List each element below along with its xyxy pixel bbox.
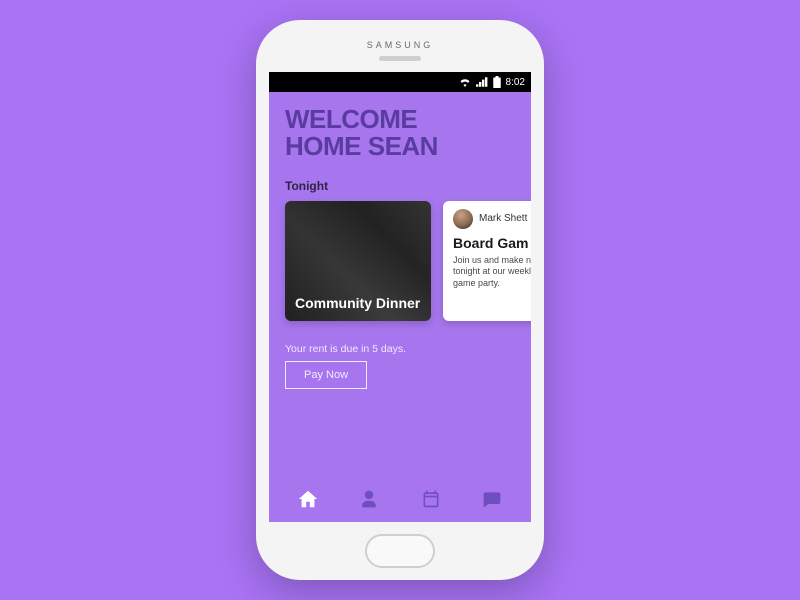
welcome-headline: WELCOME HOME SEAN xyxy=(285,106,515,161)
event-host-row: Mark Shett xyxy=(453,209,531,229)
phone-frame: SAMSUNG 8:02 WELCOME HOME SEAN Tonight xyxy=(256,20,544,580)
rent-reminder: Your rent is due in 5 days. Pay Now xyxy=(285,343,515,389)
welcome-line1: WELCOME xyxy=(285,106,515,133)
rent-message: Your rent is due in 5 days. xyxy=(285,343,515,355)
main-content: WELCOME HOME SEAN Tonight Community Dinn… xyxy=(269,92,531,476)
chat-icon xyxy=(482,489,502,509)
pay-now-button[interactable]: Pay Now xyxy=(285,361,367,389)
device-brand: SAMSUNG xyxy=(256,40,544,50)
section-label-tonight: Tonight xyxy=(285,179,515,193)
avatar xyxy=(453,209,473,229)
wifi-icon xyxy=(459,77,471,87)
person-icon xyxy=(359,489,379,509)
bottom-nav xyxy=(269,476,531,522)
event-card-description: Join us and make new friends tonight at … xyxy=(453,255,531,290)
battery-icon xyxy=(493,76,501,88)
status-bar: 8:02 xyxy=(269,72,531,92)
welcome-line2: HOME SEAN xyxy=(285,133,515,160)
signal-icon xyxy=(476,77,488,87)
event-host-name: Mark Shett xyxy=(479,213,527,224)
event-card-community-dinner[interactable]: Community Dinner xyxy=(285,201,431,321)
phone-speaker xyxy=(379,56,421,61)
event-card-board-game[interactable]: Mark Shett Board Gam Join us and make ne… xyxy=(443,201,531,321)
event-card-title: Board Gam xyxy=(453,235,531,251)
nav-calendar[interactable] xyxy=(419,487,443,511)
event-card-title: Community Dinner xyxy=(295,295,421,311)
nav-profile[interactable] xyxy=(357,487,381,511)
phone-home-button[interactable] xyxy=(365,534,435,568)
nav-chat[interactable] xyxy=(480,487,504,511)
nav-home[interactable] xyxy=(296,487,320,511)
app-screen: 8:02 WELCOME HOME SEAN Tonight Community… xyxy=(269,72,531,522)
status-time: 8:02 xyxy=(506,77,525,88)
calendar-icon xyxy=(421,489,441,509)
event-cards-row[interactable]: Community Dinner Mark Shett Board Gam Jo… xyxy=(285,201,531,321)
home-icon xyxy=(297,488,319,510)
